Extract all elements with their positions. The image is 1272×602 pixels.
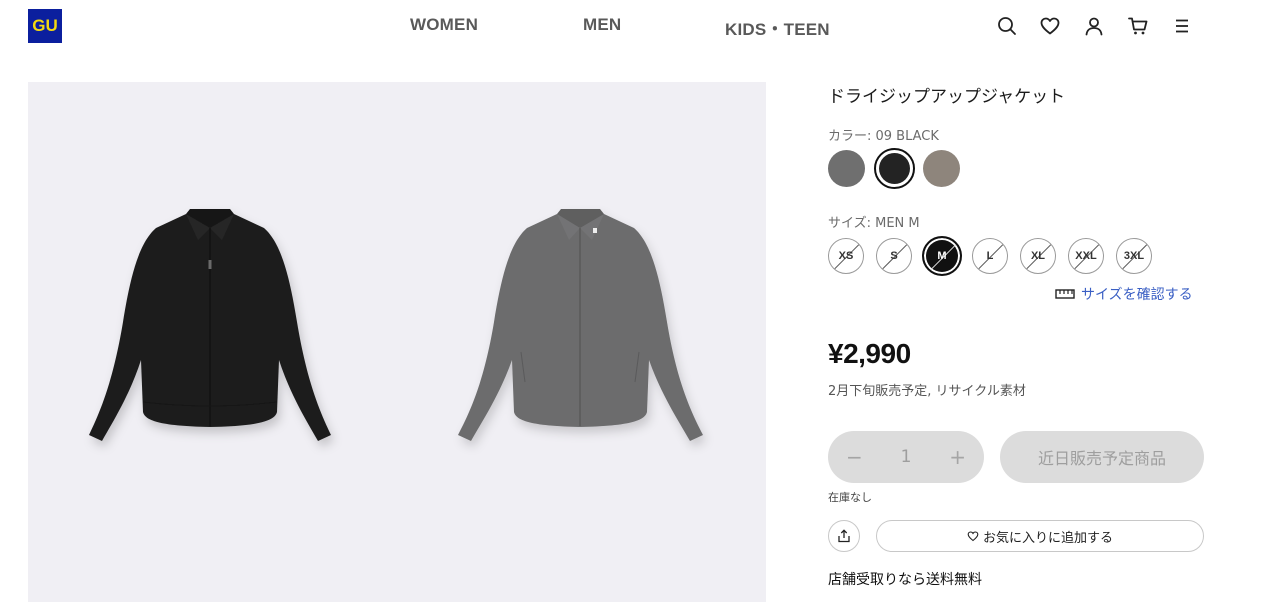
quantity-plus-button[interactable]: +	[949, 445, 966, 469]
nav-women[interactable]: WOMEN	[410, 15, 478, 35]
black-jacket-image	[89, 209, 331, 441]
size-xl-text: XL	[1030, 250, 1046, 262]
size-s-text: S	[890, 250, 898, 262]
product-image-black[interactable]	[28, 82, 397, 602]
share-button[interactable]	[828, 520, 860, 552]
heart-outline-icon	[967, 531, 979, 542]
share-icon	[838, 529, 850, 543]
menu-icon[interactable]	[1171, 15, 1193, 37]
size-m-text: M	[937, 250, 947, 262]
color-swatch-gray[interactable]	[828, 150, 865, 187]
size-l-text: L	[986, 250, 994, 262]
ruler-icon	[1055, 289, 1075, 299]
size-option-3xl[interactable]: 3XL	[1116, 238, 1152, 274]
coming-soon-button[interactable]: 近日販売予定商品	[1000, 431, 1204, 483]
size-xs-text: XS	[838, 250, 854, 262]
quantity-value: 1	[900, 447, 912, 467]
favorites-label: お気に入りに追加する	[982, 530, 1113, 546]
color-label: カラー: 09 BLACK	[828, 129, 939, 144]
shipping-note: 店舗受取りなら送料無料	[828, 572, 982, 588]
user-icon[interactable]	[1083, 15, 1105, 37]
product-title: ドライジップアップジャケット	[828, 87, 1066, 107]
product-price: ¥2,990	[828, 338, 911, 369]
product-image-gray[interactable]	[397, 82, 766, 602]
color-swatch-black[interactable]	[874, 148, 915, 189]
gray-jacket-image	[458, 209, 703, 441]
size-option-xxl[interactable]: XXL	[1068, 238, 1104, 274]
size-option-l[interactable]: L	[972, 238, 1008, 274]
nav-men[interactable]: MEN	[583, 15, 621, 35]
gu-logo[interactable]: GU	[28, 9, 62, 43]
size-option-s[interactable]: S	[876, 238, 912, 274]
size-option-m[interactable]: M	[922, 236, 962, 276]
size-check-text: サイズを確認する	[1081, 287, 1193, 303]
release-note: 2月下旬販売予定, リサイクル素材	[828, 384, 1026, 399]
color-swatch-beige[interactable]	[923, 150, 960, 187]
size-3xl-text: 3XL	[1123, 250, 1145, 262]
quantity-stepper[interactable]: − 1 +	[828, 431, 984, 483]
size-check-link[interactable]: サイズを確認する	[1055, 284, 1193, 304]
size-label: サイズ: MEN M	[828, 216, 920, 231]
add-to-favorites-button[interactable]: お気に入りに追加する	[876, 520, 1204, 552]
cart-icon[interactable]	[1127, 15, 1149, 37]
size-option-xs[interactable]: XS	[828, 238, 864, 274]
search-icon[interactable]	[996, 15, 1018, 37]
size-xxl-text: XXL	[1075, 250, 1097, 262]
heart-icon[interactable]	[1039, 15, 1061, 37]
quantity-minus-button[interactable]: −	[846, 445, 863, 469]
nav-kids-teen[interactable]: KIDS・TEEN	[725, 15, 830, 40]
size-option-xl[interactable]: XL	[1020, 238, 1056, 274]
stock-status: 在庫なし	[828, 491, 872, 504]
